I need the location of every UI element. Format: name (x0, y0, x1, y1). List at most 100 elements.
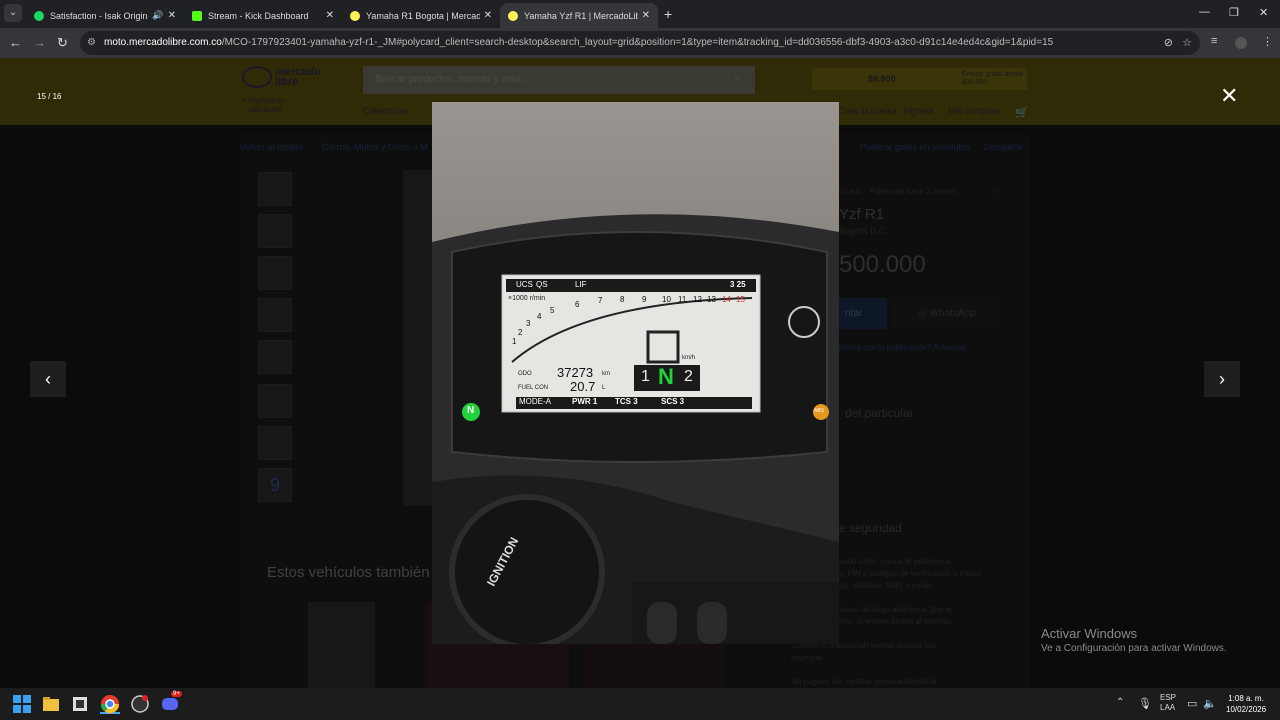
clock-date: 10/02/2026 (1226, 705, 1267, 714)
chevron-right-icon: › (1219, 369, 1225, 389)
close-tab-icon[interactable]: ✕ (642, 10, 650, 21)
pwr-label: PWR 1 (572, 397, 598, 406)
dash-clock: 3 25 (730, 280, 746, 289)
app-icon[interactable] (70, 694, 90, 714)
close-tab-icon[interactable]: ✕ (168, 10, 176, 21)
close-tab-icon[interactable]: ✕ (484, 10, 492, 21)
odo-unit: km (602, 371, 610, 377)
tab-mercadolibre-item[interactable]: Yamaha Yzf R1 | MercadoLibre ✕ (500, 3, 658, 28)
kick-icon (192, 10, 202, 21)
fuel-unit: L (602, 385, 606, 391)
ucs-badge: UCS (516, 280, 533, 289)
language-indicator[interactable]: ESP LAA (1160, 693, 1176, 713)
tab-search-button[interactable]: ⌄ (4, 4, 22, 22)
lang-line2: LAA (1160, 703, 1176, 712)
minimize-button[interactable]: — (1199, 6, 1210, 18)
network-icon[interactable]: ▭ (1187, 697, 1197, 710)
prev-image-button[interactable]: ‹ (30, 361, 66, 397)
forward-icon[interactable]: → (33, 35, 46, 50)
tab-kick[interactable]: Stream - Kick Dashboard ✕ (184, 3, 342, 28)
rpm-tick: 11 (678, 295, 687, 304)
url-path: /MCO-1797923401-yamaha-yzf-r1-_JM#polyca… (221, 37, 1054, 48)
back-icon[interactable]: ← (9, 35, 22, 50)
scs-label: SCS 3 (661, 397, 685, 406)
rpm-tick: 8 (620, 295, 625, 304)
gallery-counter: 15 / 16 (37, 92, 62, 101)
file-explorer-icon[interactable] (41, 694, 61, 714)
chevron-left-icon: ‹ (45, 369, 51, 389)
rpm-tick-redline: 14 (722, 295, 731, 304)
restore-button[interactable]: ❐ (1229, 6, 1239, 19)
rpm-tick: 1 (512, 337, 517, 346)
profile-avatar[interactable] (1235, 37, 1247, 49)
qs-badge: QS (536, 280, 548, 289)
lif-badge: LIF (575, 280, 587, 289)
next-image-button[interactable]: › (1204, 361, 1240, 397)
close-lightbox-icon[interactable]: ✕ (1220, 85, 1238, 107)
rpm-tick: 5 (550, 306, 555, 315)
odo-value: 37273 (557, 365, 594, 380)
new-tab-button[interactable]: + (664, 6, 672, 22)
rpm-tick: 9 (642, 295, 647, 304)
rpm-tick-redline: 15 (736, 295, 745, 304)
media-control-icon[interactable]: ≡ (1211, 35, 1217, 47)
activation-subtitle: Ve a Configuración para activar Windows. (1041, 643, 1227, 654)
eye-off-icon[interactable]: ⊘ (1164, 37, 1173, 49)
windows-taskbar: 9+ ⌃ 🎙 ESP LAA ▭ 🔈 1:08 a. m. 10/02/2026 (0, 688, 1280, 720)
notification-badge: 9+ (171, 691, 182, 697)
tab-label: Satisfaction - Isak Original E (50, 10, 148, 21)
gear-current: N (658, 364, 674, 389)
neutral-indicator: N (467, 405, 475, 416)
rpm-unit: ×1000 r/min (508, 295, 546, 302)
obs-icon[interactable] (130, 694, 150, 714)
rpm-tick: 12 (693, 295, 702, 304)
rpm-tick: 6 (575, 300, 580, 309)
chevron-up-icon[interactable]: ⌃ (1116, 697, 1124, 708)
windows-start-icon[interactable] (12, 694, 32, 714)
rpm-tick: 13 (707, 295, 716, 304)
system-clock[interactable]: 1:08 a. m. 10/02/2026 (1226, 693, 1266, 715)
bookmark-star-icon[interactable]: ☆ (1182, 37, 1192, 49)
gear-upper: 2 (684, 368, 693, 385)
discord-icon[interactable]: 9+ (160, 691, 182, 714)
mercadolibre-icon (508, 10, 518, 21)
lang-line1: ESP (1160, 693, 1177, 702)
spotify-icon (34, 10, 44, 21)
activation-title: Activar Windows (1041, 626, 1138, 641)
clock-time: 1:08 a. m. (1228, 694, 1264, 703)
fuel-value: 20.7 (570, 379, 596, 394)
mercadolibre-icon (350, 10, 360, 21)
speed-unit: km/h (682, 355, 696, 361)
close-tab-icon[interactable]: ✕ (326, 10, 334, 21)
mode-label: MODE-A (519, 397, 551, 406)
url-host: moto.mercadolibre.com.co (104, 37, 222, 48)
chrome-icon[interactable] (100, 694, 120, 714)
rpm-tick: 2 (518, 328, 523, 337)
tab-spotify[interactable]: Satisfaction - Isak Original E 🔊 ✕ (26, 3, 184, 28)
abs-indicator: ABS (814, 408, 825, 414)
menu-kebab-icon[interactable]: ⋮ (1262, 35, 1273, 48)
lightbox-image: UCS QS LIF 3 25 ×1000 r/min 1 2 3 4 5 6 … (432, 102, 839, 644)
tab-label: Yamaha R1 Bogota | Mercado L (366, 10, 480, 21)
tab-strip: ⌄ Satisfaction - Isak Original E 🔊 ✕ Str… (0, 0, 1280, 28)
fuel-label: FUEL CON (518, 385, 549, 391)
rpm-tick: 7 (598, 296, 603, 305)
speaker-icon[interactable]: 🔊 (152, 10, 163, 21)
reload-icon[interactable]: ↻ (57, 35, 68, 51)
gear-lower: 1 (641, 368, 650, 385)
microphone-icon[interactable]: 🎙 (1138, 697, 1152, 710)
tab-mercadolibre-search[interactable]: Yamaha R1 Bogota | Mercado L ✕ (342, 3, 500, 28)
site-info-icon[interactable]: ⚙ (87, 31, 96, 55)
browser-toolbar: ← → ↻ ⚙ moto.mercadolibre.com.co/MCO-179… (0, 28, 1280, 58)
tab-label: Stream - Kick Dashboard (208, 10, 309, 21)
rpm-tick: 4 (537, 312, 542, 321)
odo-label: ODO (518, 371, 532, 377)
rpm-tick: 3 (526, 319, 531, 328)
volume-icon[interactable]: 🔈 (1203, 697, 1217, 710)
rpm-tick: 10 (662, 295, 671, 304)
tab-label: Yamaha Yzf R1 | MercadoLibre (524, 10, 638, 21)
address-bar[interactable]: ⚙ moto.mercadolibre.com.co/MCO-179792340… (80, 31, 1200, 55)
close-window-button[interactable]: ✕ (1259, 6, 1268, 19)
tcs-label: TCS 3 (615, 397, 638, 406)
windows-activation-watermark: Activar Windows Ve a Configuración para … (1041, 626, 1227, 654)
